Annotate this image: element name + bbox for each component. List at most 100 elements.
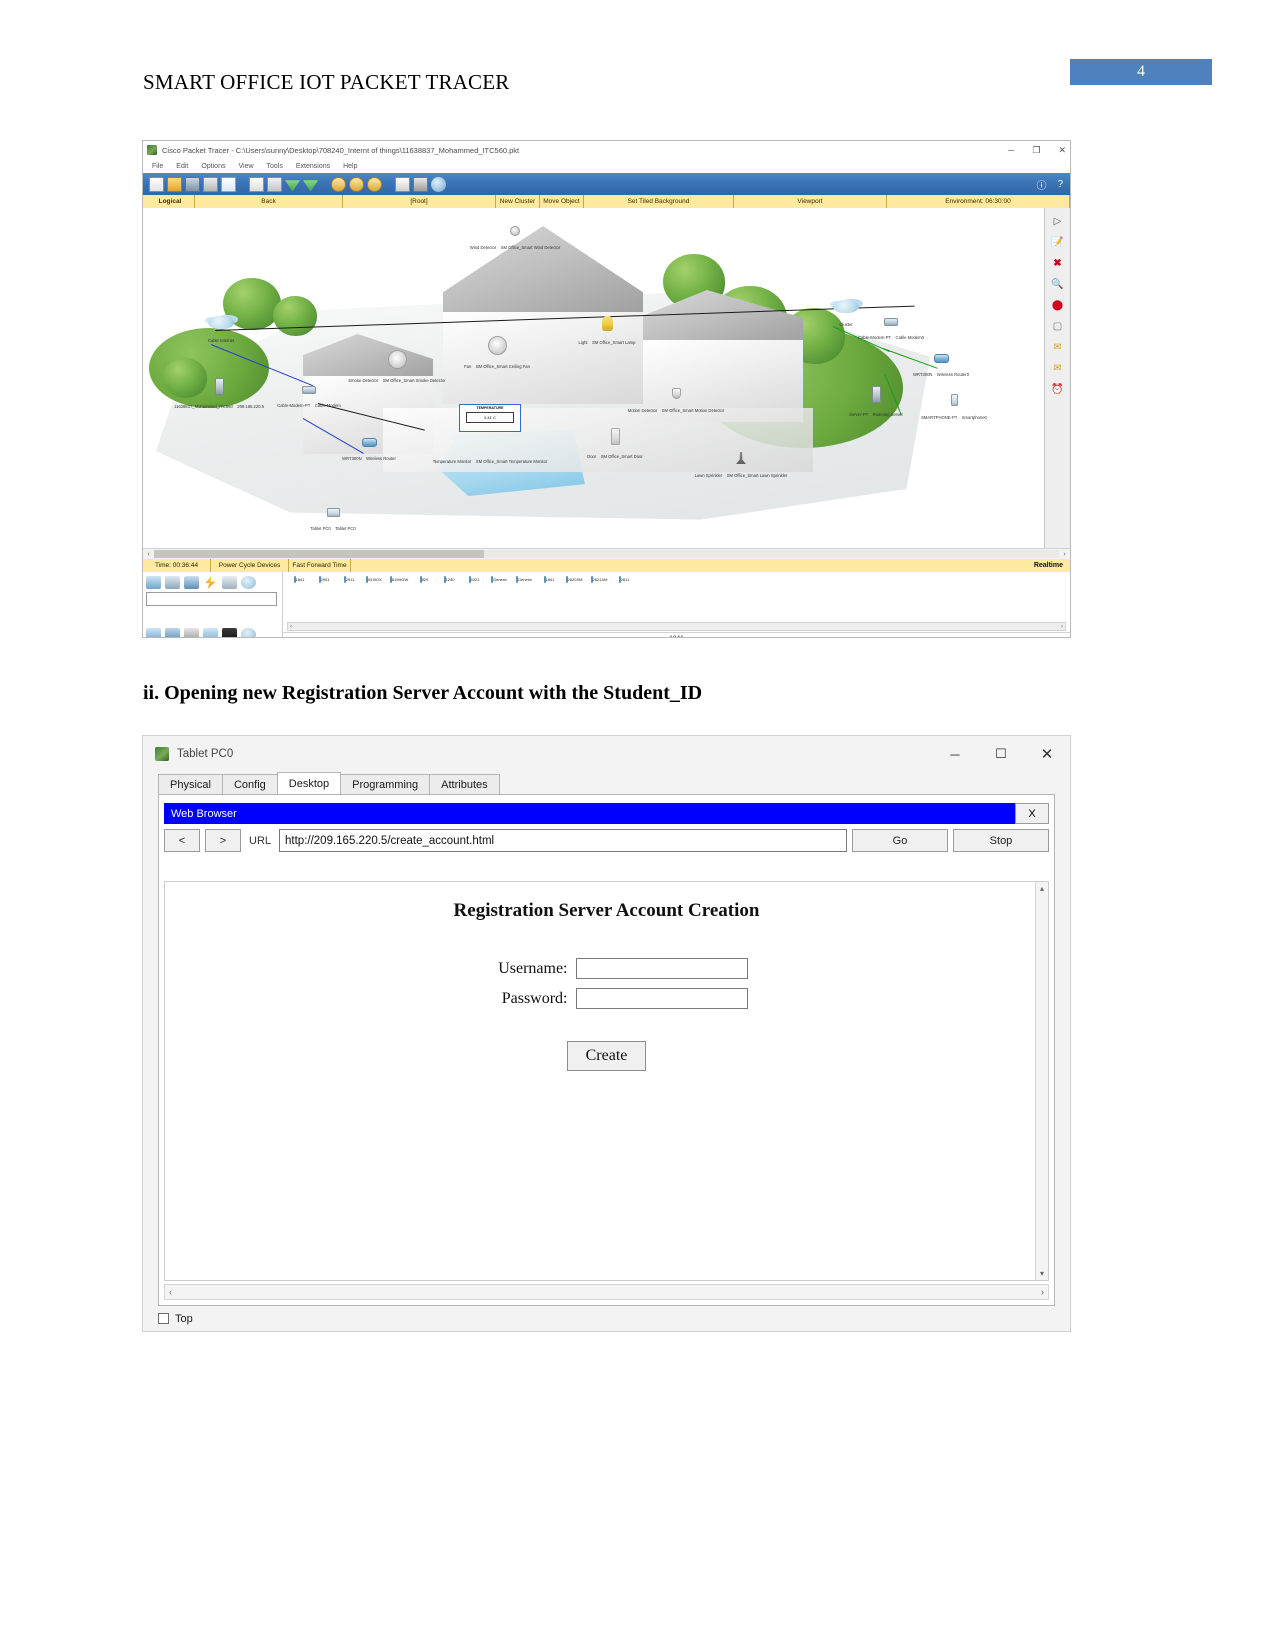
info-icon[interactable]: ⓘ: [1036, 177, 1046, 192]
scroll-thumb[interactable]: [154, 550, 484, 558]
zoom-out-icon[interactable]: [367, 176, 382, 192]
view-mode-logical[interactable]: Logical: [143, 195, 195, 208]
node-smart-door[interactable]: Door SM Office_Smart Door: [575, 428, 655, 463]
node-cable-modem-left[interactable]: Cable-Modem-PT Cable Modem: [273, 386, 345, 412]
save-icon[interactable]: [185, 176, 200, 192]
menu-options[interactable]: Options: [201, 163, 225, 170]
url-input[interactable]: http://209.165.220.5/create_account.html: [279, 829, 847, 852]
zoom-in-icon[interactable]: [331, 176, 346, 192]
create-button[interactable]: Create: [566, 1041, 647, 1071]
logical-topology-canvas[interactable]: Cable Internet Cluster 11638837_Mohammed…: [143, 208, 1044, 548]
scroll-left-icon[interactable]: ‹: [143, 551, 154, 558]
maximize-icon[interactable]: ☐: [978, 736, 1024, 772]
node-student-server[interactable]: 11638837_Mohammed_ITC560 209.165.220.5: [171, 378, 267, 413]
power-cycle-devices-button[interactable]: Power Cycle Devices: [211, 559, 289, 572]
cloud-icon[interactable]: [241, 628, 256, 637]
node-registration-server[interactable]: Server-PT Roaming Server: [845, 386, 907, 421]
username-field[interactable]: [575, 958, 748, 979]
go-button[interactable]: Go: [852, 829, 948, 852]
fast-forward-time-button[interactable]: Fast Forward Time: [289, 559, 351, 572]
help-icon[interactable]: ?: [1057, 179, 1063, 190]
tab-desktop[interactable]: Desktop: [276, 772, 342, 794]
node-smoke-detector[interactable]: Smoke Detector SM Office_Smart Smoke Det…: [341, 350, 453, 387]
device-item[interactable]: Generic: [487, 576, 511, 583]
menu-extensions[interactable]: Extensions: [296, 163, 330, 170]
end-devices-icon[interactable]: [165, 576, 180, 589]
select-tool-icon[interactable]: ▷: [1051, 214, 1065, 228]
device-item[interactable]: 1841: [287, 576, 311, 583]
temperature-monitor-display[interactable]: TEMPERATURE 0.41 C: [459, 404, 521, 432]
node-cable-internet[interactable]: Cable Internet: [191, 316, 251, 347]
redo-icon[interactable]: [303, 180, 318, 192]
page-horizontal-scrollbar[interactable]: ‹ ›: [164, 1284, 1049, 1300]
custom-devices-icon[interactable]: [413, 176, 428, 192]
place-note-icon[interactable]: ▢: [1051, 319, 1065, 333]
top-checkbox[interactable]: [158, 1313, 169, 1324]
palette-icon[interactable]: [395, 176, 410, 192]
palette-horizontal-scrollbar[interactable]: ‹ ›: [287, 622, 1066, 631]
stop-button[interactable]: Stop: [953, 829, 1049, 852]
palette-scroll-right-icon[interactable]: ›: [1061, 624, 1063, 630]
network-devices-icon[interactable]: [146, 576, 161, 589]
scroll-left-icon[interactable]: ‹: [169, 1287, 172, 1297]
wireless-icon[interactable]: [203, 628, 218, 637]
hubs-icon[interactable]: [184, 628, 199, 637]
minimize-icon[interactable]: ─: [932, 736, 978, 772]
viewport-button[interactable]: Viewport: [734, 195, 887, 208]
node-ceiling-fan[interactable]: Fan SM Office_Smart Ceiling Fan: [443, 336, 551, 373]
miscellaneous-icon[interactable]: [222, 576, 237, 589]
page-vertical-scrollbar[interactable]: ▴ ▾: [1035, 882, 1048, 1280]
magnify-tool-icon[interactable]: 🔍: [1051, 277, 1065, 291]
set-tiled-background-button[interactable]: Set Tiled Background: [584, 195, 734, 208]
connections-icon[interactable]: [205, 576, 216, 589]
tab-attributes[interactable]: Attributes: [429, 774, 500, 794]
device-item[interactable]: 1240: [437, 576, 461, 583]
paste-icon[interactable]: [267, 176, 282, 192]
canvas-horizontal-scrollbar[interactable]: ‹ ›: [143, 548, 1070, 559]
open-file-icon[interactable]: [167, 176, 182, 192]
minimize-icon[interactable]: ─: [1008, 145, 1014, 155]
node-wireless-router-right[interactable]: WRT300N Wireless Router0: [909, 354, 973, 381]
node-smartphone[interactable]: SMARTPHONE-PT Smartphone0: [919, 394, 989, 424]
copy-icon[interactable]: [249, 176, 264, 192]
add-complex-pdu-icon[interactable]: ✉: [1051, 361, 1065, 375]
zoom-reset-icon[interactable]: [349, 176, 364, 192]
menu-edit[interactable]: Edit: [176, 163, 188, 170]
wan-emulation-icon[interactable]: [222, 628, 237, 637]
device-item[interactable]: Generic: [512, 576, 536, 583]
node-wind-detector[interactable]: Wind Detector SM Office_Smart Wind Detec…: [461, 226, 569, 254]
device-item[interactable]: 2811: [612, 576, 636, 583]
node-motion-detector[interactable]: Motion Detector SM Office_Smart Motion D…: [625, 388, 727, 417]
view-back-button[interactable]: Back: [195, 195, 343, 208]
device-item[interactable]: 2901: [312, 576, 336, 583]
realtime-mode-label[interactable]: Realtime: [1031, 559, 1066, 572]
scroll-up-icon[interactable]: ▴: [1040, 884, 1044, 893]
node-temperature-monitor[interactable]: Temperature Monitor SM Office_Smart Temp…: [421, 450, 559, 468]
switches-icon[interactable]: [165, 628, 180, 637]
device-item[interactable]: 2911: [337, 576, 361, 583]
browser-back-button[interactable]: <: [164, 829, 200, 852]
resize-shape-icon[interactable]: ⬤: [1051, 298, 1065, 312]
close-icon[interactable]: ✕: [1058, 145, 1066, 156]
print-icon[interactable]: [203, 176, 218, 192]
menu-view[interactable]: View: [238, 163, 253, 170]
web-browser-close-button[interactable]: X: [1015, 803, 1049, 824]
close-icon[interactable]: ✕: [1024, 736, 1070, 772]
scroll-right-icon[interactable]: ›: [1041, 1287, 1044, 1297]
browser-forward-button[interactable]: >: [205, 829, 241, 852]
node-lawn-sprinkler[interactable]: Lawn Sprinkler SM Office_Smart Lawn Spri…: [689, 452, 793, 482]
move-object-button[interactable]: Move Object: [540, 195, 584, 208]
node-tablet-pc0[interactable]: Tablet PC0 Tablet PC0: [303, 508, 363, 535]
device-item[interactable]: 819HGW: [387, 576, 411, 583]
maximize-icon[interactable]: ❐: [1032, 145, 1040, 156]
scroll-track[interactable]: [154, 550, 1059, 558]
network-info-icon[interactable]: [431, 176, 446, 192]
add-simple-pdu-icon[interactable]: ✉: [1051, 340, 1065, 354]
delete-tool-icon[interactable]: ✖: [1051, 256, 1065, 270]
device-item[interactable]: 819IOX: [362, 576, 386, 583]
tab-programming[interactable]: Programming: [340, 774, 431, 794]
undo-icon[interactable]: [285, 180, 300, 192]
device-item[interactable]: 4321: [462, 576, 486, 583]
activity-wizard-icon[interactable]: [221, 176, 236, 192]
simulation-clock-icon[interactable]: ⏰: [1051, 382, 1065, 396]
